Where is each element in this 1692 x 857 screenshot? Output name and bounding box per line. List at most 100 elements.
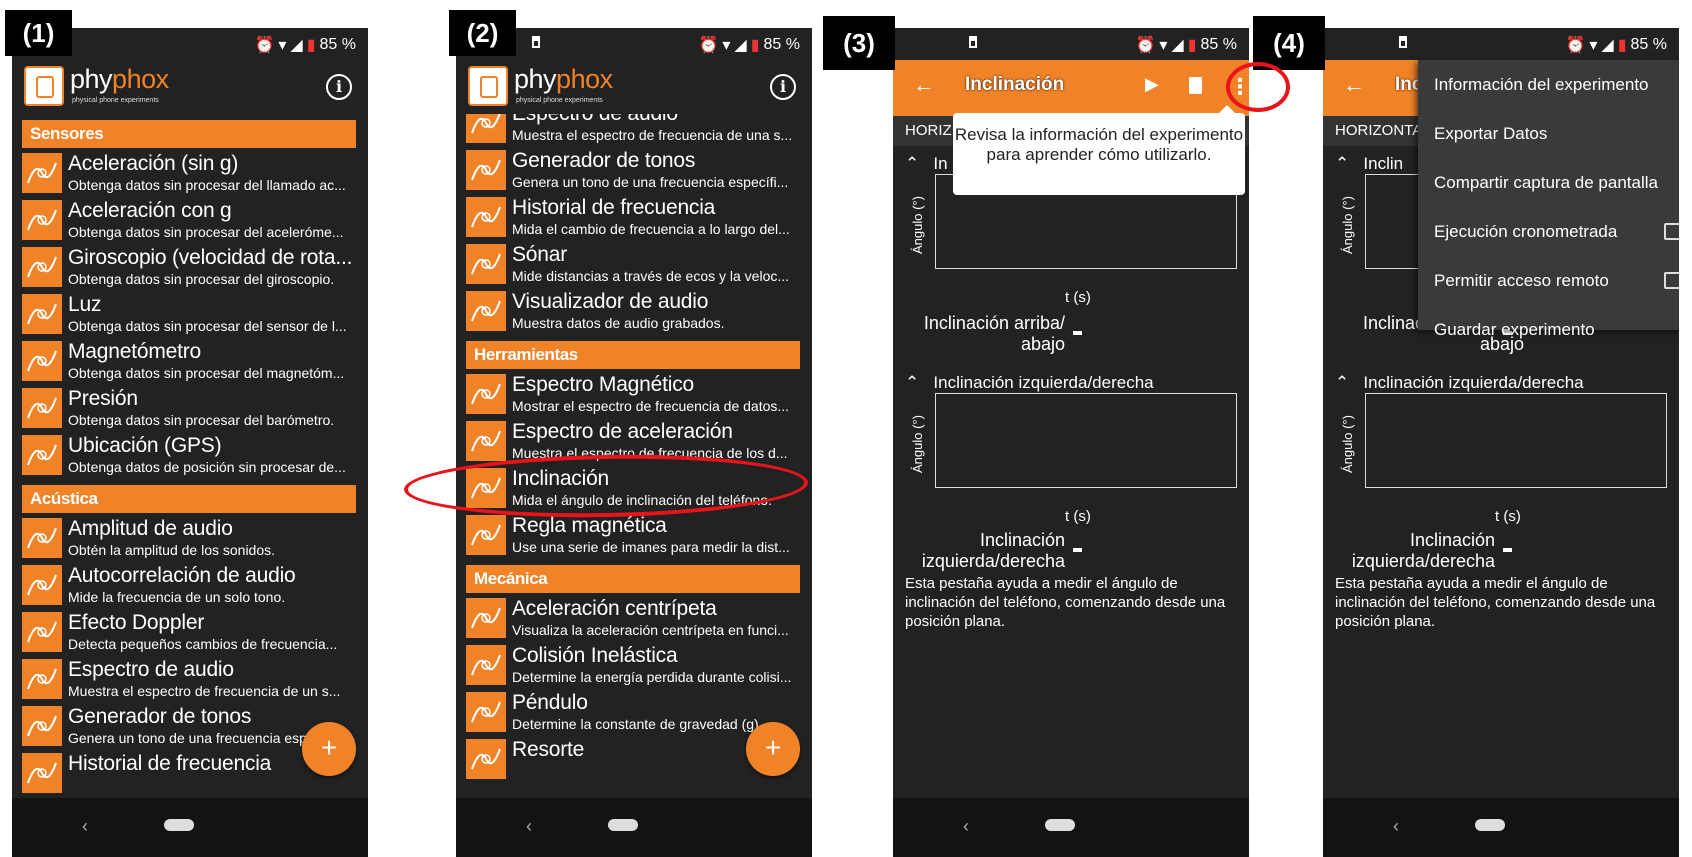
item-title: Giroscopio (velocidad de rota... (68, 246, 353, 269)
menu-item-timed-run[interactable]: Ejecución cronometrada (1418, 207, 1679, 256)
item-title: Aceleración con g (68, 199, 232, 222)
nav-home-icon[interactable] (608, 819, 638, 831)
list-item[interactable]: Ubicación (GPS) Obtenga datos de posición… (22, 432, 368, 479)
list-item[interactable]: Regla magnética Use una serie de imanes p… (466, 512, 812, 559)
item-subtitle: Obtenga datos sin procesar del barómetro… (68, 412, 335, 428)
item-subtitle: Mide la frecuencia de un solo tono. (68, 589, 286, 605)
status-bar: ⏰ ▾ ◢ ▮ 85 % (893, 28, 1249, 60)
phyphox-logo (24, 66, 64, 106)
section-title[interactable]: ⌃ Inclin (1335, 154, 1403, 174)
item-subtitle: Muestra el espectro de frecuencia de un … (68, 683, 341, 699)
menu-item-export[interactable]: Exportar Datos (1418, 109, 1679, 158)
value-label-leftright: Inclinación izquierda/derecha (1351, 530, 1495, 571)
experiment-toolbar: ← Inclinación ▶ ⋮ (893, 60, 1249, 116)
list-item[interactable]: Espectro Magnético Mostrar el espectro de… (466, 371, 812, 418)
item-subtitle: Determine la energía perdida durante col… (512, 669, 792, 685)
info-icon[interactable]: i (770, 74, 796, 100)
nav-home-icon[interactable] (164, 819, 194, 831)
checkbox-icon[interactable] (1664, 223, 1679, 240)
navigation-bar: ‹ (456, 798, 812, 857)
list-item[interactable]: Efecto Doppler Detecta pequeños cambios d… (22, 609, 368, 656)
collapse-icon[interactable]: ⌃ (1335, 373, 1349, 392)
magnet-spectrum-icon (466, 374, 506, 414)
list-item[interactable]: Aceleración con g Obtenga datos sin proce… (22, 197, 368, 244)
battery-icon: ▮ (1187, 37, 1197, 54)
list-item[interactable]: Colisión Inelástica Determine la energía … (466, 642, 812, 689)
doppler-icon (22, 612, 62, 652)
spring-icon (466, 739, 506, 779)
list-item[interactable]: Presión Obtenga datos sin procesar del ba… (22, 385, 368, 432)
navigation-bar: ‹ (1323, 798, 1679, 857)
collapse-icon[interactable]: ⌃ (905, 373, 919, 392)
list-item[interactable]: Historial de frecuencia Mida el cambio de… (466, 194, 812, 241)
nav-home-icon[interactable] (1475, 819, 1505, 831)
value-updown (1073, 331, 1082, 335)
navigation-bar: ‹ (12, 798, 368, 857)
menu-item-save[interactable]: Guardar experimento (1418, 305, 1679, 354)
category-header: Sensores (22, 120, 356, 148)
play-icon[interactable]: ▶ (1145, 74, 1159, 95)
back-arrow-icon[interactable]: ← (913, 72, 935, 98)
item-subtitle: Obtenga datos sin procesar del giroscopi… (68, 271, 335, 287)
delete-icon[interactable] (1189, 77, 1202, 94)
menu-item-info[interactable]: Información del experimento (1418, 60, 1679, 109)
collapse-icon[interactable]: ⌃ (905, 154, 919, 173)
nav-back-icon[interactable]: ‹ (82, 816, 88, 837)
item-subtitle: Mida el cambio de frecuencia a lo largo … (512, 221, 790, 237)
acceleration-g-icon (22, 200, 62, 240)
step-label-1: (1) (5, 10, 72, 56)
item-subtitle: Obtenga datos sin procesar del llamado a… (68, 177, 346, 193)
back-arrow-icon[interactable]: ← (1343, 72, 1365, 98)
battery-icon: ▮ (1617, 37, 1627, 54)
list-item[interactable]: Autocorrelación de audio Mide la frecuenc… (22, 562, 368, 609)
list-item[interactable]: Amplitud de audio Obtén la amplitud de lo… (22, 515, 368, 562)
app-tagline: physical phone experiments (72, 97, 159, 104)
y-axis-label: Ángulo (°) (910, 415, 925, 473)
menu-item-screenshot[interactable]: Compartir captura de pantalla (1418, 158, 1679, 207)
app-header: phyphox physical phone experiments i (12, 60, 368, 114)
list-item[interactable]: Luz Obtenga datos sin procesar del sensor… (22, 291, 368, 338)
info-tooltip[interactable]: Revisa la información del experimento pa… (953, 105, 1245, 195)
add-experiment-button[interactable]: + (302, 722, 356, 776)
list-item[interactable]: Espectro de audio Muestra el espectro de … (22, 656, 368, 703)
section-title[interactable]: ⌃ In (905, 154, 948, 174)
graph-leftright[interactable] (935, 393, 1237, 488)
y-axis-label: Ángulo (°) (1340, 415, 1355, 473)
section-title[interactable]: ⌃ Inclinación izquierda/derecha (905, 373, 1154, 393)
item-subtitle: Mide distancias a través de ecos y la ve… (512, 268, 790, 284)
list-item[interactable]: Visualizador de audio Muestra datos de au… (466, 288, 812, 335)
add-experiment-button[interactable]: + (746, 722, 800, 776)
list-item[interactable]: Generador de tonos Genera un tono de una … (466, 147, 812, 194)
list-item[interactable]: Aceleración (sin g) Obtenga datos sin pro… (22, 150, 368, 197)
list-item[interactable]: Magnetómetro Obtenga datos sin procesar d… (22, 338, 368, 385)
nav-back-icon[interactable]: ‹ (963, 816, 969, 837)
signal-icon: ◢ (1171, 37, 1184, 54)
item-subtitle: Obtén la amplitud de los sonidos. (68, 542, 276, 558)
checkbox-icon[interactable] (1664, 272, 1679, 289)
nav-back-icon[interactable]: ‹ (526, 816, 532, 837)
list-item[interactable]: Sónar Mide distancias a través de ecos y … (466, 241, 812, 288)
info-icon[interactable]: i (326, 74, 352, 100)
list-item[interactable]: Aceleración centrípeta Visualiza la acele… (466, 595, 812, 642)
item-title: Generador de tonos (512, 149, 696, 172)
nav-home-icon[interactable] (1045, 819, 1075, 831)
y-axis-label: Ángulo (°) (1340, 196, 1355, 254)
magnet-icon (22, 341, 62, 381)
status-bar: ⏰ ▾ ◢ ▮ 85 % (1323, 28, 1679, 60)
section-title[interactable]: ⌃ Inclinación izquierda/derecha (1335, 373, 1584, 393)
item-title: Historial de frecuencia (68, 752, 272, 775)
nav-back-icon[interactable]: ‹ (1393, 816, 1399, 837)
menu-item-remote-access[interactable]: Permitir acceso remoto (1418, 256, 1679, 305)
alarm-icon: ⏰ (698, 37, 719, 54)
speaker-icon (22, 706, 62, 746)
collapse-icon[interactable]: ⌃ (1335, 154, 1349, 173)
battery-level: 85 % (763, 36, 800, 53)
battery-level: 85 % (1630, 36, 1667, 53)
battery-level: 85 % (1200, 36, 1237, 53)
list-item[interactable]: Giroscopio (velocidad de rota... Obtenga … (22, 244, 368, 291)
item-subtitle: Mostrar el espectro de frecuencia de dat… (512, 398, 790, 414)
item-title: Historial de frecuencia (512, 196, 716, 219)
category-header: Herramientas (466, 341, 800, 369)
graph-leftright[interactable] (1365, 393, 1667, 488)
alarm-icon: ⏰ (1565, 37, 1586, 54)
